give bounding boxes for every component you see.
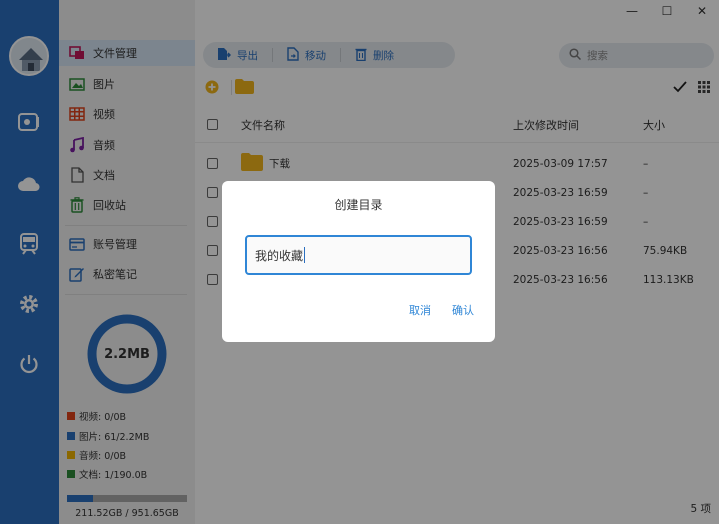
confirm-button[interactable]: 确认 [452, 302, 474, 318]
folder-name-value: 我的收藏 [255, 248, 304, 263]
text-caret [304, 247, 306, 263]
cancel-button[interactable]: 取消 [409, 302, 431, 318]
folder-name-input[interactable]: 我的收藏 [245, 235, 472, 275]
create-folder-dialog: 创建目录 我的收藏 取消 确认 [222, 181, 495, 342]
dialog-title: 创建目录 [334, 198, 383, 212]
